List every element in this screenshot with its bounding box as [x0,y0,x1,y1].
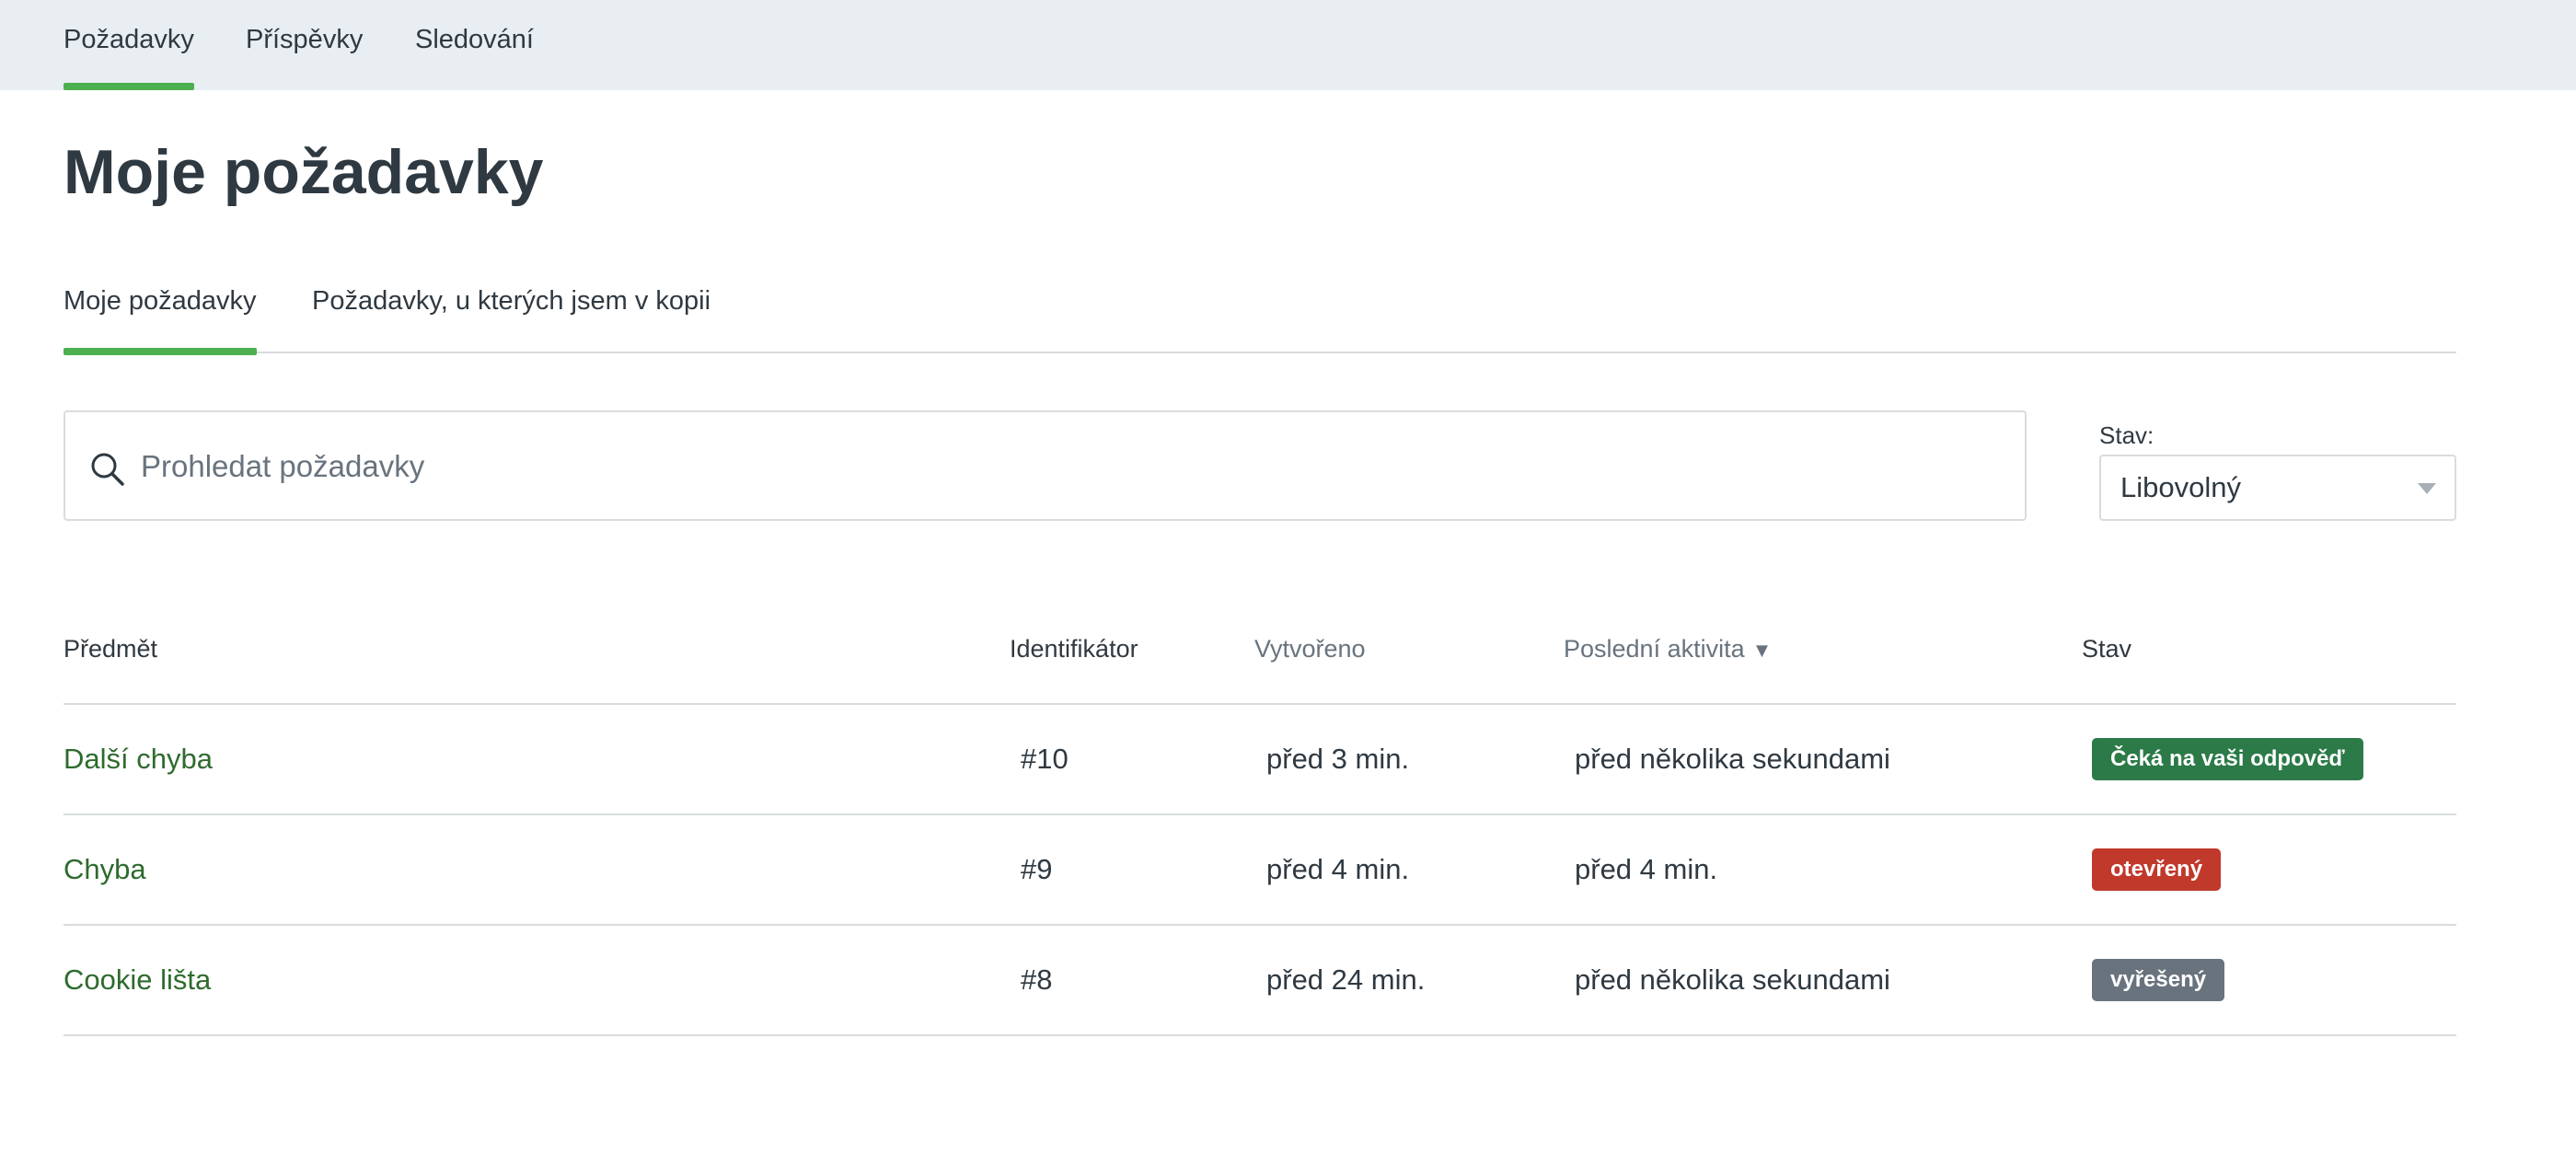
page-title: Moje požadavky [64,137,544,207]
request-subject-link[interactable]: Chyba [64,815,146,924]
status-filter-label: Stav: [2099,421,2154,449]
column-header-id: Identifikátor [1010,635,1138,663]
request-id: #9 [1021,853,1053,885]
request-subject-link[interactable]: Další chyba [64,705,213,813]
top-nav: Požadavky Příspěvky Sledování [0,0,2576,90]
search-icon [91,453,124,486]
column-header-subject: Předmět [64,635,158,663]
chevron-down-icon [2418,483,2436,494]
sort-desc-icon: ▼ [1751,639,1773,662]
request-id: #10 [1021,743,1069,775]
status-filter-select[interactable]: Libovolný [2099,455,2456,521]
table-header: Předmět Identifikátor Vytvořeno Poslední… [64,594,2456,705]
tab-my-requests[interactable]: Moje požadavky [64,272,257,355]
request-created: před 24 min. [1266,963,1426,996]
request-id: #8 [1021,963,1053,996]
search-input[interactable] [139,431,1998,502]
topnav-item-following[interactable]: Sledování [415,0,534,90]
topnav-item-contributions[interactable]: Příspěvky [246,0,363,90]
search-box [64,410,2027,521]
column-header-created[interactable]: Vytvořeno [1254,594,1366,705]
column-header-last-activity[interactable]: Poslední aktivita ▼ [1564,594,1772,705]
status-filter-value: Libovolný [2120,471,2241,503]
request-created: před 3 min. [1266,743,1410,775]
request-last-activity: před několika sekundami [1575,963,1890,996]
subtabs: Moje požadavky Požadavky, u kterých jsem… [64,272,2456,355]
table-row: Chyba #9 před 4 min. před 4 min. otevřen… [64,815,2456,926]
topnav-item-requests[interactable]: Požadavky [64,0,194,90]
table-row: Další chyba #10 před 3 min. před několik… [64,705,2456,815]
status-badge: Čeká na vaši odpověď [2092,738,2363,780]
request-created: před 4 min. [1266,853,1410,885]
column-header-last-activity-label: Poslední aktivita [1564,635,1745,663]
column-header-status: Stav [2082,635,2132,663]
request-subject-link[interactable]: Cookie lišta [64,926,211,1034]
tab-ccd-requests[interactable]: Požadavky, u kterých jsem v kopii [312,272,710,353]
request-last-activity: před několika sekundami [1575,743,1890,775]
request-last-activity: před 4 min. [1575,853,1718,885]
table-row: Cookie lišta #8 před 24 min. před několi… [64,926,2456,1036]
status-badge: otevřený [2092,848,2222,891]
status-badge: vyřešený [2092,959,2225,1001]
